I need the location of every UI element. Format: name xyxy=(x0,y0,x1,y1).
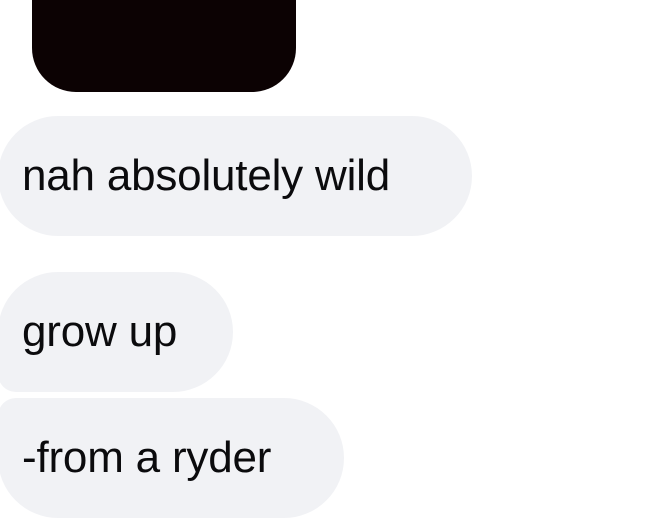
message-bubble[interactable]: -from a ryder xyxy=(0,398,344,518)
message-text: grow up xyxy=(22,307,178,356)
message-bubble[interactable]: grow up xyxy=(0,272,233,392)
message-thread: nah absolutely wild grow up -from a ryde… xyxy=(0,0,650,530)
message-text: -from a ryder xyxy=(22,433,272,482)
message-bubble[interactable]: nah absolutely wild xyxy=(0,116,472,236)
message-text: nah absolutely wild xyxy=(22,151,390,200)
image-attachment[interactable] xyxy=(32,0,296,92)
